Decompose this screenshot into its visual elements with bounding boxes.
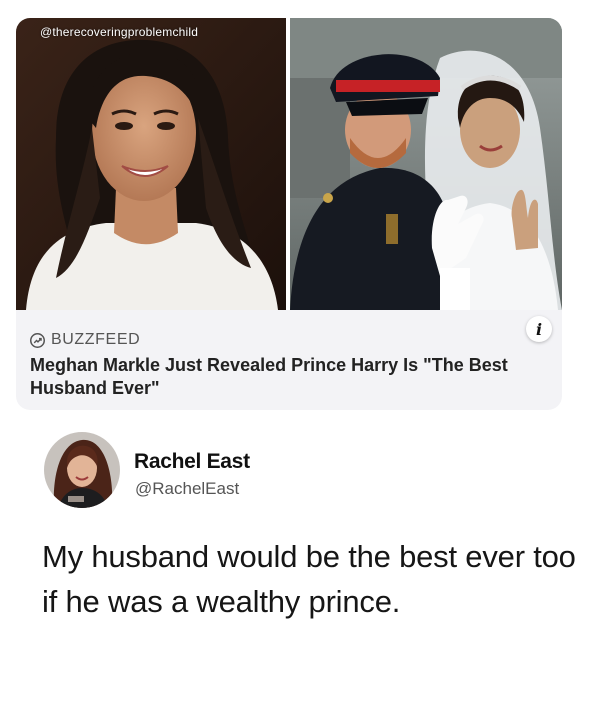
article-preview-card[interactable]: @therecoveringproblemchild i BUZZFEED Me… — [16, 18, 562, 410]
info-button[interactable]: i — [526, 316, 552, 342]
source-label: BUZZFEED — [51, 331, 141, 348]
article-headline[interactable]: Meghan Markle Just Revealed Prince Harry… — [30, 354, 550, 400]
info-icon: i — [535, 319, 543, 339]
watermark-username: @therecoveringproblemchild — [40, 25, 199, 39]
author-handle[interactable]: @RachelEast — [135, 479, 239, 499]
avatar[interactable] — [44, 432, 120, 508]
article-photo-wedding — [290, 18, 562, 310]
article-source: BUZZFEED — [30, 330, 140, 350]
article-photo-portrait — [16, 18, 286, 310]
buzzfeed-trending-icon — [30, 332, 45, 348]
article-photos — [16, 18, 562, 310]
author-name[interactable]: Rachel East — [134, 450, 250, 474]
tweet-text: My husband would be the best ever too if… — [42, 539, 576, 619]
